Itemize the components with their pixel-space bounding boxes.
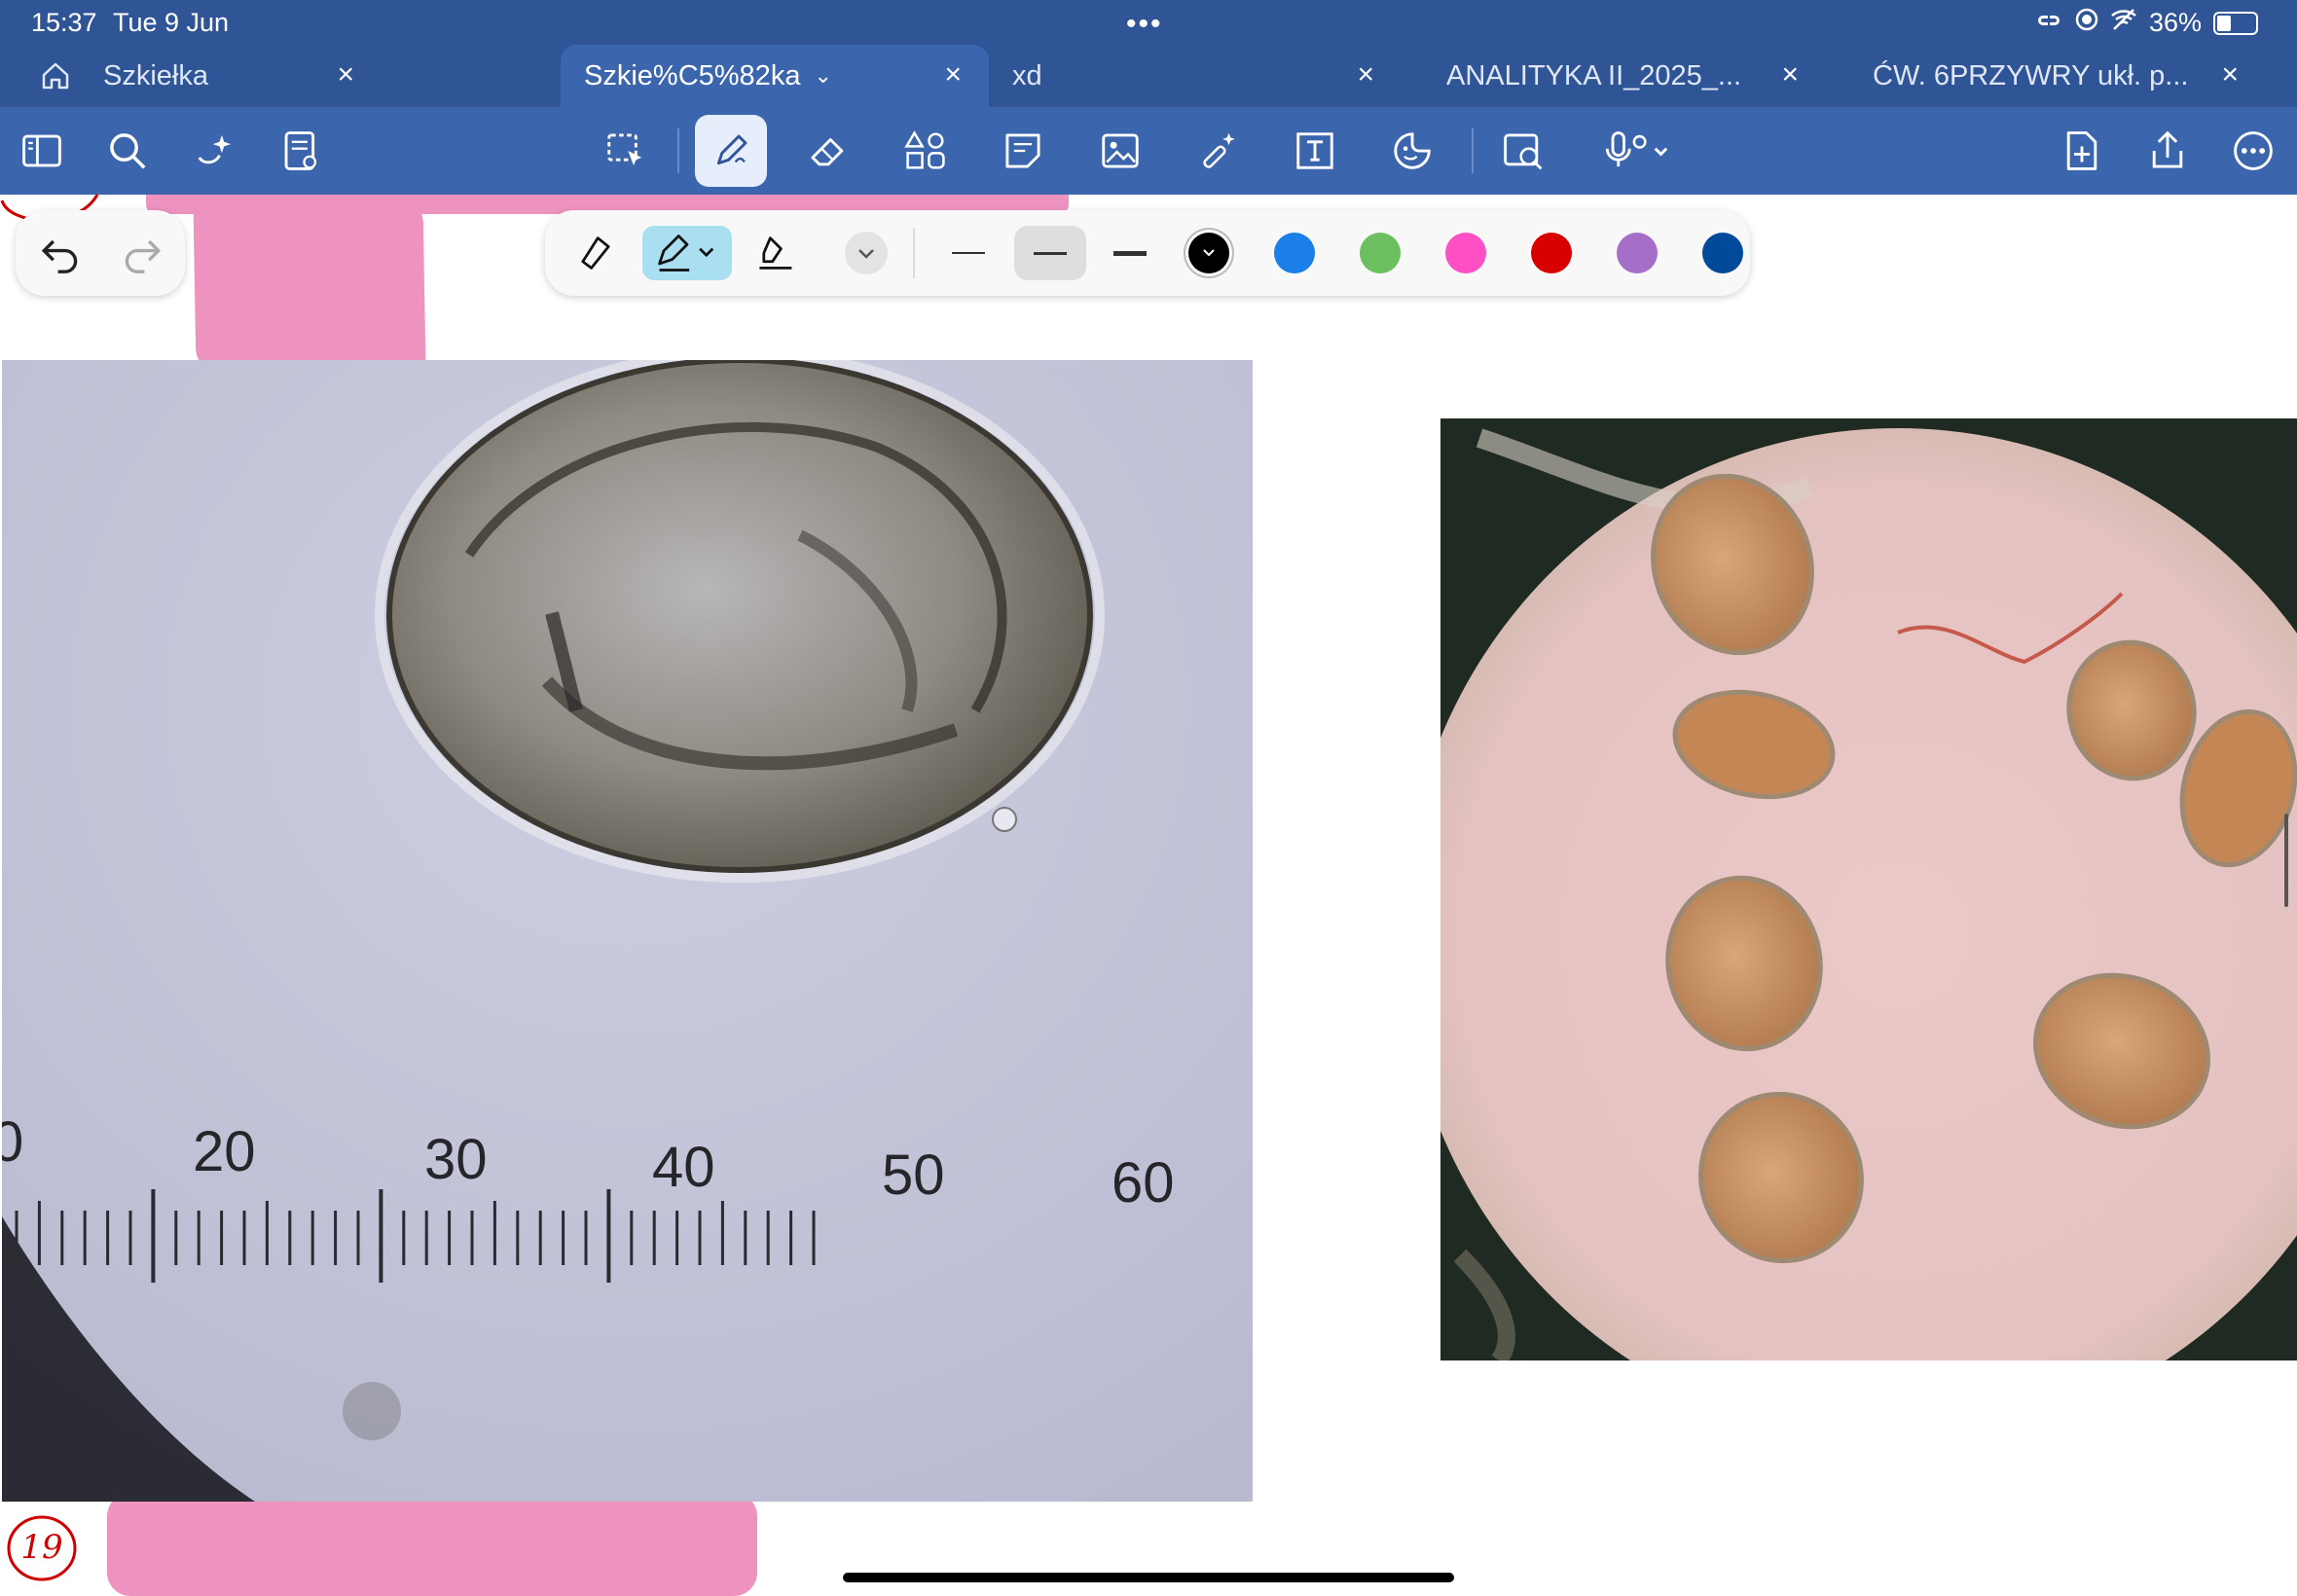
ruler-label: 50 bbox=[882, 1143, 945, 1207]
pen-palette bbox=[545, 210, 1750, 296]
battery-fill bbox=[2217, 15, 2231, 31]
ruler-label: 30 bbox=[424, 1128, 488, 1191]
chevron-down-icon bbox=[1203, 249, 1215, 257]
tab-label: Szkiełka bbox=[103, 59, 208, 91]
add-page-icon[interactable] bbox=[2058, 127, 2106, 175]
undo-redo-group bbox=[16, 210, 185, 296]
thickness-thin[interactable] bbox=[938, 226, 999, 280]
sidebar-icon[interactable] bbox=[18, 127, 66, 175]
toolbar-divider bbox=[1472, 128, 1474, 173]
color-swatch-dot bbox=[1360, 233, 1401, 273]
sticker-icon[interactable] bbox=[1388, 127, 1437, 175]
color-swatch-dot bbox=[1445, 233, 1486, 273]
search-icon[interactable] bbox=[103, 127, 152, 175]
tab-2[interactable]: xd × bbox=[1012, 45, 1402, 107]
home-icon bbox=[42, 62, 69, 90]
ruler-label: 60 bbox=[1112, 1151, 1175, 1215]
micrograph-right[interactable] bbox=[1440, 418, 2297, 1360]
document-view-icon[interactable] bbox=[276, 127, 325, 175]
color-swatch[interactable] bbox=[1695, 226, 1750, 280]
micrograph-right-image bbox=[1440, 418, 2297, 1360]
color-swatch[interactable] bbox=[1610, 226, 1664, 280]
multitasking-dots[interactable]: ••• bbox=[1126, 8, 1163, 41]
home-tab[interactable] bbox=[39, 45, 97, 107]
ruler-label: 40 bbox=[652, 1136, 715, 1199]
close-icon[interactable]: × bbox=[1357, 58, 1374, 91]
sticky-note-icon[interactable] bbox=[999, 127, 1047, 175]
thickness-thick[interactable] bbox=[1100, 226, 1160, 280]
annotation-circle: 19 bbox=[6, 1512, 78, 1584]
battery-icon bbox=[2213, 11, 2258, 35]
link-icon bbox=[2034, 8, 2063, 38]
status-right: 36% bbox=[2034, 8, 2258, 38]
ruler-label: 0 bbox=[2, 1110, 24, 1174]
pink-highlight-stroke bbox=[107, 1493, 757, 1596]
thickness-medium[interactable] bbox=[1014, 226, 1086, 280]
chevron-down-icon[interactable]: ⌄ bbox=[814, 63, 831, 89]
undo-icon[interactable] bbox=[37, 230, 84, 276]
tab-0[interactable]: Szkiełka × bbox=[103, 45, 382, 107]
ballpoint-pen-icon[interactable] bbox=[642, 226, 732, 280]
tab-3[interactable]: ANALITYKA II_2025_... × bbox=[1446, 45, 1826, 107]
close-icon[interactable]: × bbox=[1781, 58, 1799, 91]
micrograph-left[interactable]: 0 20 30 40 50 60 bbox=[2, 360, 1253, 1502]
close-icon[interactable]: × bbox=[2221, 58, 2239, 91]
image-zoom-icon[interactable] bbox=[1499, 127, 1548, 175]
vertical-scrollbar[interactable] bbox=[2284, 814, 2288, 907]
share-icon[interactable] bbox=[2143, 127, 2192, 175]
text-box-icon[interactable] bbox=[1291, 127, 1339, 175]
tab-label: ĆW. 6PRZYWRY ukł. p... bbox=[1873, 59, 2189, 91]
home-indicator[interactable] bbox=[843, 1573, 1454, 1582]
redo-icon[interactable] bbox=[119, 230, 165, 276]
status-time: 15:37 bbox=[31, 8, 97, 37]
image-icon[interactable] bbox=[1096, 127, 1145, 175]
color-swatch-dot bbox=[1531, 233, 1572, 273]
color-swatch-dot bbox=[1188, 233, 1229, 273]
tab-label: Szkie%C5%82ka bbox=[584, 59, 801, 91]
close-icon[interactable]: × bbox=[337, 58, 354, 91]
chevron-down-icon bbox=[858, 249, 874, 259]
sparkle-lasso-icon[interactable] bbox=[191, 127, 239, 175]
eraser-icon[interactable] bbox=[804, 127, 853, 175]
microphone-icon[interactable] bbox=[1596, 127, 1674, 175]
tab-bar: Szkiełka × Szkie%C5%82ka ⌄ × xd × ANALIT… bbox=[0, 45, 2297, 107]
toolbar-divider bbox=[677, 128, 679, 173]
color-swatch-dot bbox=[1617, 233, 1658, 273]
more-icon[interactable] bbox=[2229, 127, 2278, 175]
highlighter-icon[interactable] bbox=[747, 226, 806, 280]
annotation-number: 19 bbox=[20, 1528, 63, 1567]
color-swatch[interactable] bbox=[1182, 226, 1236, 280]
battery-percent: 36% bbox=[2148, 8, 2202, 37]
color-swatch-dot bbox=[1274, 233, 1315, 273]
main-toolbar bbox=[0, 107, 2297, 195]
ruler-label: 20 bbox=[193, 1120, 256, 1183]
tab-label: ANALITYKA II_2025_... bbox=[1446, 59, 1742, 91]
screen-record-icon bbox=[2075, 8, 2098, 38]
tab-1[interactable]: Szkie%C5%82ka ⌄ × bbox=[561, 45, 989, 107]
wifi-off-icon bbox=[2110, 8, 2137, 38]
tab-4[interactable]: ĆW. 6PRZYWRY ukł. p... × bbox=[1873, 45, 2266, 107]
status-date: Tue 9 Jun bbox=[113, 8, 230, 37]
status-bar: 15:37 Tue 9 Jun ••• 36% bbox=[0, 0, 2297, 45]
close-icon[interactable]: × bbox=[944, 58, 962, 91]
fountain-pen-icon[interactable] bbox=[568, 226, 623, 280]
color-swatch[interactable] bbox=[1439, 226, 1493, 280]
pink-highlight-stroke bbox=[193, 201, 426, 373]
color-swatch[interactable] bbox=[1353, 226, 1407, 280]
tool-options-chevron[interactable] bbox=[839, 226, 893, 280]
micrograph-left-image bbox=[2, 360, 1253, 1502]
tab-label: xd bbox=[1012, 59, 1042, 91]
color-swatch[interactable] bbox=[1267, 226, 1322, 280]
magic-wand-icon[interactable] bbox=[1193, 127, 1242, 175]
color-swatch[interactable] bbox=[1524, 226, 1579, 280]
color-swatch-dot bbox=[1702, 233, 1743, 273]
pen-icon[interactable] bbox=[695, 115, 767, 187]
palette-divider bbox=[913, 228, 915, 278]
lasso-icon[interactable] bbox=[602, 127, 650, 175]
shapes-icon[interactable] bbox=[901, 127, 950, 175]
